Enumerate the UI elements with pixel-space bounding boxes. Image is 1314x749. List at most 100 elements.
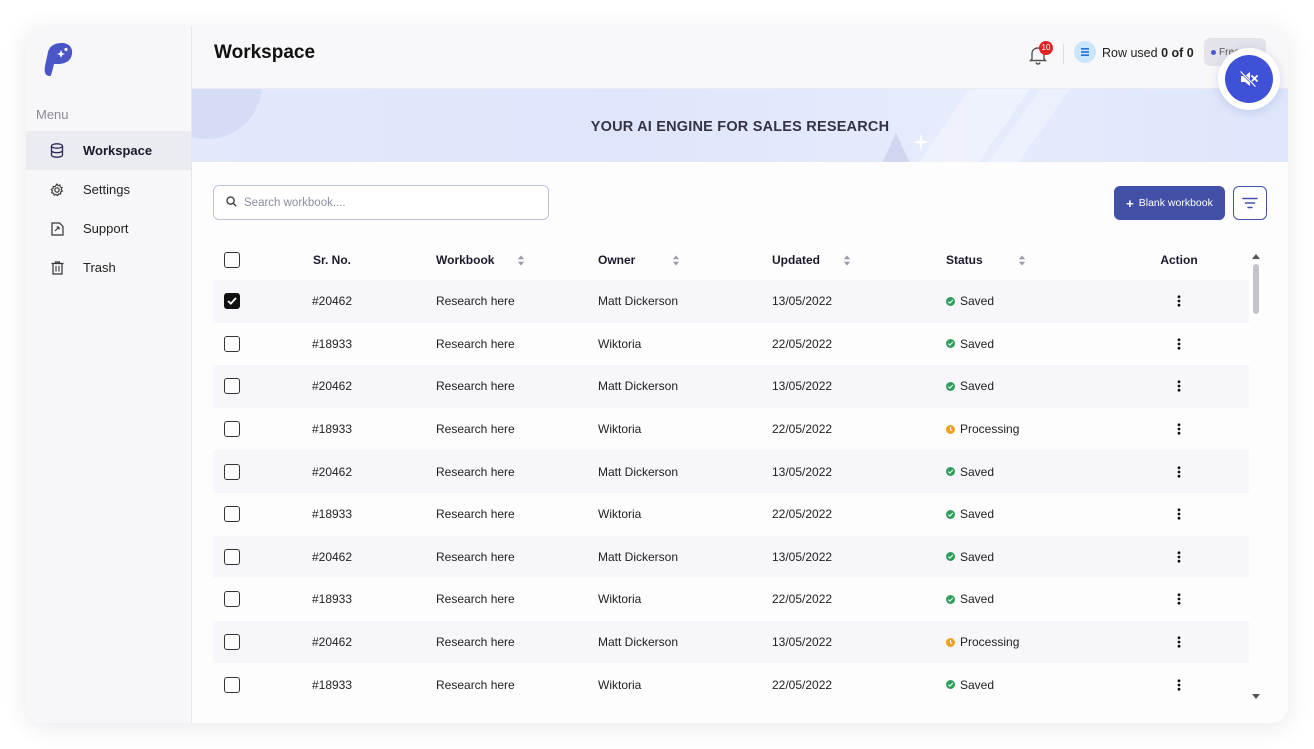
- table-row[interactable]: #18933 Research here Wiktoria 22/05/2022 Sav…: [213, 663, 1249, 706]
- header-owner[interactable]: Owner: [587, 253, 761, 267]
- cell-workbook[interactable]: Research here: [413, 507, 587, 521]
- cell-workbook[interactable]: Research here: [413, 465, 587, 479]
- app-logo[interactable]: [42, 42, 74, 78]
- row-checkbox[interactable]: [224, 676, 240, 693]
- header-workbook[interactable]: Workbook: [413, 253, 587, 267]
- cell-action: [1109, 336, 1249, 352]
- filter-icon: [1242, 197, 1258, 209]
- more-options-icon[interactable]: [1171, 506, 1187, 522]
- cell-action: [1109, 506, 1249, 522]
- status-icon: [946, 381, 955, 391]
- cell-owner: Wiktoria: [598, 677, 642, 692]
- sort-icon[interactable]: [843, 255, 851, 266]
- row-checkbox[interactable]: [224, 463, 240, 480]
- scroll-up-arrow-icon[interactable]: [1252, 254, 1260, 259]
- search-box[interactable]: [213, 185, 549, 220]
- cell-status: Saved: [935, 550, 1109, 564]
- row-checkbox[interactable]: [224, 335, 240, 352]
- more-options-icon[interactable]: [1171, 336, 1187, 352]
- table-scrollbar[interactable]: [1251, 254, 1261, 704]
- sort-icon[interactable]: [672, 255, 680, 266]
- more-options-icon[interactable]: [1171, 378, 1187, 394]
- mute-button-inner: [1225, 55, 1273, 103]
- rows-used-value: 0 of 0: [1161, 46, 1194, 60]
- cell-workbook[interactable]: Research here: [413, 592, 587, 606]
- cell-action: [1109, 591, 1249, 607]
- more-options-icon[interactable]: [1171, 549, 1187, 565]
- cell-status: Saved: [935, 592, 1109, 606]
- more-options-icon[interactable]: [1171, 421, 1187, 437]
- notification-count-badge: 10: [1039, 41, 1053, 55]
- table-row[interactable]: #20462 Research here Matt Dickerson 13/05/2…: [213, 365, 1249, 408]
- hero-banner: YOUR AI ENGINE FOR SALES RESEARCH: [192, 89, 1288, 162]
- more-options-icon[interactable]: [1171, 464, 1187, 480]
- status-label: Saved: [960, 677, 995, 692]
- table-row[interactable]: #20462 Research here Matt Dickerson 13/05/2…: [213, 280, 1249, 323]
- row-select-cell: [213, 293, 251, 310]
- check-icon: [227, 297, 237, 306]
- more-options-icon[interactable]: [1171, 591, 1187, 607]
- blank-workbook-button[interactable]: + Blank workbook: [1114, 186, 1225, 220]
- more-options-icon[interactable]: [1171, 677, 1187, 693]
- scrollbar-thumb[interactable]: [1253, 264, 1259, 314]
- cell-sr-no: #20462: [311, 549, 353, 564]
- select-all-checkbox[interactable]: [224, 252, 240, 268]
- row-checkbox[interactable]: [224, 293, 240, 310]
- more-options-icon[interactable]: [1171, 634, 1187, 650]
- support-doc-icon: [49, 221, 65, 237]
- cell-action: [1109, 634, 1249, 650]
- more-options-icon[interactable]: [1171, 293, 1187, 309]
- status-label: Saved: [960, 379, 995, 394]
- row-checkbox[interactable]: [224, 548, 240, 565]
- scroll-down-arrow-icon[interactable]: [1252, 694, 1260, 699]
- cell-workbook[interactable]: Research here: [413, 678, 587, 692]
- cell-action: [1109, 464, 1249, 480]
- sidebar-item-support[interactable]: Support: [26, 209, 191, 248]
- cell-workbook[interactable]: Research here: [413, 635, 587, 649]
- row-checkbox[interactable]: [224, 591, 240, 608]
- header-status-label: Status: [946, 253, 983, 267]
- sidebar-item-label: Settings: [83, 182, 130, 197]
- cell-updated: 22/05/2022: [772, 592, 833, 607]
- row-checkbox[interactable]: [224, 506, 240, 523]
- status-label: Saved: [960, 336, 995, 351]
- cell-sr-no: #18933: [311, 592, 353, 607]
- select-all-cell: [213, 252, 251, 268]
- cell-workbook[interactable]: Research here: [413, 422, 587, 436]
- sort-icon[interactable]: [1018, 255, 1026, 266]
- cell-workbook[interactable]: Research here: [413, 550, 587, 564]
- sort-icon[interactable]: [517, 255, 525, 266]
- row-select-cell: [213, 463, 251, 480]
- plus-icon: +: [1126, 195, 1134, 211]
- table-row[interactable]: #20462 Research here Matt Dickerson 13/05/2…: [213, 535, 1249, 579]
- search-input[interactable]: [244, 196, 524, 209]
- sidebar-item-workspace[interactable]: Workspace: [26, 131, 191, 170]
- cell-action: [1109, 378, 1249, 394]
- row-checkbox[interactable]: [224, 634, 240, 651]
- table-row[interactable]: #18933 Research here Wiktoria 22/05/2022 Sav…: [213, 323, 1249, 366]
- cell-owner: Matt Dickerson: [598, 379, 679, 394]
- filter-button[interactable]: [1233, 186, 1267, 220]
- row-checkbox[interactable]: [224, 421, 240, 438]
- cell-sr-no: #20462: [311, 464, 353, 479]
- table-row[interactable]: #18933 Research here Wiktoria 22/05/2022 Sav…: [213, 493, 1249, 536]
- cell-workbook[interactable]: Research here: [413, 337, 587, 351]
- table-row[interactable]: #20462 Research here Matt Dickerson 13/05/2…: [213, 450, 1249, 493]
- status-label: Saved: [960, 592, 995, 607]
- rows-stack-icon: [1074, 41, 1096, 63]
- header-updated[interactable]: Updated: [761, 253, 935, 267]
- mute-button[interactable]: [1218, 48, 1280, 110]
- cell-workbook[interactable]: Research here: [413, 379, 587, 393]
- table-row[interactable]: #20462 Research here Matt Dickerson 13/05/2…: [213, 620, 1249, 664]
- sidebar-item-settings[interactable]: Settings: [26, 170, 191, 209]
- cell-sr-no: #18933: [311, 422, 353, 437]
- cell-action: [1109, 293, 1249, 309]
- status-icon: [946, 637, 955, 647]
- table-row[interactable]: #18933 Research here Wiktoria 22/05/2022 Pro…: [213, 408, 1249, 451]
- table-row[interactable]: #18933 Research here Wiktoria 22/05/2022 Sav…: [213, 578, 1249, 621]
- sidebar-item-trash[interactable]: Trash: [26, 248, 191, 287]
- header-status[interactable]: Status: [935, 253, 1109, 267]
- cell-workbook[interactable]: Research here: [413, 294, 587, 308]
- row-checkbox[interactable]: [224, 378, 240, 395]
- cell-sr-no: #20462: [311, 294, 353, 309]
